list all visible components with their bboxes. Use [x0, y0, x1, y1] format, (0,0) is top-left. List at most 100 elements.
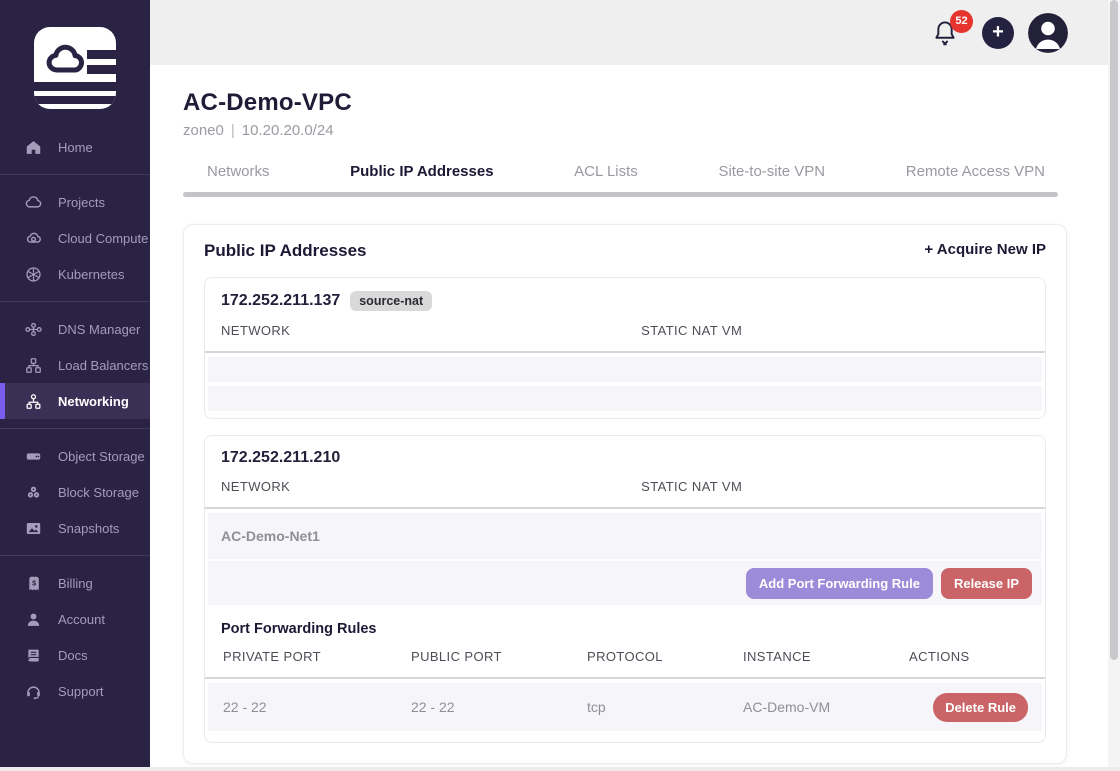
block-storage-icon: [24, 483, 43, 502]
sidebar-item-label: Home: [58, 140, 93, 155]
sidebar-item-object-storage[interactable]: Object Storage: [0, 438, 150, 474]
notification-count-badge: 52: [950, 10, 973, 33]
public-ip-card: Public IP Addresses + Acquire New IP 172…: [183, 224, 1067, 764]
object-storage-icon: [24, 447, 43, 466]
private-port-value: 22 - 22: [223, 699, 411, 715]
column-header-network: NETWORK: [221, 323, 641, 338]
page-header: AC-Demo-VPC zone0|10.20.20.0/24: [183, 65, 1067, 139]
ip-actions-row: Add Port Forwarding Rule Release IP: [208, 561, 1042, 605]
sidebar-divider: [0, 428, 150, 429]
load-balancers-icon: [24, 356, 43, 375]
sidebar-item-snapshots[interactable]: Snapshots: [0, 510, 150, 546]
subtitle-separator: |: [231, 122, 235, 139]
sidebar-nav: Home Projects Cloud Compute Kubernet: [0, 129, 150, 709]
sidebar-item-label: Snapshots: [58, 521, 119, 536]
tab-public-ip-addresses[interactable]: Public IP Addresses: [350, 163, 493, 180]
ip-block-header: 172.252.211.137 source-nat: [205, 278, 1045, 311]
ip-block-header: 172.252.211.210: [205, 436, 1045, 467]
kubernetes-icon: [24, 265, 43, 284]
network-table-headers: NETWORK STATIC NAT VM: [205, 467, 1045, 509]
sidebar-item-label: Block Storage: [58, 485, 139, 500]
port-forwarding-table-headers: PRIVATE PORT PUBLIC PORT PROTOCOL INSTAN…: [205, 637, 1045, 679]
protocol-value: tcp: [587, 699, 743, 715]
sidebar-item-networking[interactable]: Networking: [0, 383, 150, 419]
user-avatar[interactable]: [1028, 13, 1068, 53]
sidebar-item-label: Object Storage: [58, 449, 145, 464]
column-header-network: NETWORK: [221, 479, 641, 494]
acquire-new-ip-button[interactable]: + Acquire New IP: [924, 241, 1046, 258]
sidebar-item-cloud-compute[interactable]: Cloud Compute: [0, 220, 150, 256]
sidebar-item-label: Docs: [58, 648, 88, 663]
tab-remote-access-vpn[interactable]: Remote Access VPN: [906, 163, 1045, 180]
table-row: AC-Demo-Net1: [208, 513, 1042, 559]
sidebar-item-load-balancers[interactable]: Load Balancers: [0, 347, 150, 383]
dns-manager-icon: [24, 320, 43, 339]
column-header-instance: INSTANCE: [743, 649, 909, 664]
user-icon: [1028, 13, 1068, 53]
ip-block-137: 172.252.211.137 source-nat NETWORK STATI…: [204, 277, 1046, 419]
sidebar-item-projects[interactable]: Projects: [0, 184, 150, 220]
instance-value: AC-Demo-VM: [743, 699, 909, 715]
notifications-button[interactable]: 52: [932, 19, 958, 47]
page-subtitle: zone0 | 10.20.20.0/24: [183, 122, 1067, 139]
ip-address: 172.252.211.137: [221, 292, 340, 310]
sidebar-item-account[interactable]: Account: [0, 601, 150, 637]
account-icon: [24, 610, 43, 629]
vertical-scrollbar-thumb[interactable]: [1110, 0, 1118, 660]
create-new-button[interactable]: +: [982, 17, 1014, 49]
tab-acl-lists[interactable]: ACL Lists: [574, 163, 638, 180]
vertical-scrollbar[interactable]: [1108, 0, 1120, 767]
sidebar-item-label: Billing: [58, 576, 93, 591]
ip-block-210: 172.252.211.210 NETWORK STATIC NAT VM AC…: [204, 435, 1046, 743]
sidebar-item-dns-manager[interactable]: DNS Manager: [0, 311, 150, 347]
sidebar-item-label: Networking: [58, 394, 129, 409]
tab-networks[interactable]: Networks: [207, 163, 270, 180]
sidebar-item-label: Cloud Compute: [58, 231, 148, 246]
delete-rule-button[interactable]: Delete Rule: [933, 693, 1028, 722]
port-forwarding-rules-title: Port Forwarding Rules: [221, 621, 1029, 637]
sidebar-divider: [0, 174, 150, 175]
column-header-protocol: PROTOCOL: [587, 649, 743, 664]
sidebar: Home Projects Cloud Compute Kubernet: [0, 0, 150, 767]
sidebar-item-kubernetes[interactable]: Kubernetes: [0, 256, 150, 292]
projects-icon: [24, 193, 43, 212]
table-row: [208, 386, 1042, 411]
topbar: 52 +: [150, 0, 1108, 65]
sidebar-divider: [0, 301, 150, 302]
brand-logo[interactable]: [34, 27, 116, 109]
sidebar-item-block-storage[interactable]: Block Storage: [0, 474, 150, 510]
horizontal-scrollbar[interactable]: [0, 767, 1120, 771]
sidebar-item-label: Support: [58, 684, 104, 699]
release-ip-button[interactable]: Release IP: [941, 568, 1032, 599]
main-content: AC-Demo-VPC zone0|10.20.20.0/24 Networks…: [150, 65, 1096, 767]
docs-icon: [24, 646, 43, 665]
snapshots-icon: [24, 519, 43, 538]
tab-scrollbar[interactable]: [183, 192, 1058, 197]
tab-bar: Networks Public IP Addresses ACL Lists S…: [183, 163, 1067, 180]
column-header-private-port: PRIVATE PORT: [223, 649, 411, 664]
cloud-compute-icon: [24, 229, 43, 248]
cloud-brand-icon: [34, 27, 116, 109]
sidebar-item-docs[interactable]: Docs: [0, 637, 150, 673]
billing-icon: $: [24, 574, 43, 593]
column-header-static-nat-vm: STATIC NAT VM: [641, 479, 1029, 494]
tab-site-to-site-vpn[interactable]: Site-to-site VPN: [718, 163, 825, 180]
card-header: Public IP Addresses + Acquire New IP: [204, 241, 1046, 261]
sidebar-divider: [0, 555, 150, 556]
add-port-forwarding-rule-button[interactable]: Add Port Forwarding Rule: [746, 568, 933, 599]
sidebar-item-billing[interactable]: $ Billing: [0, 565, 150, 601]
sidebar-item-label: DNS Manager: [58, 322, 140, 337]
network-name: AC-Demo-Net1: [221, 528, 641, 544]
sidebar-item-support[interactable]: Support: [0, 673, 150, 709]
sidebar-item-home[interactable]: Home: [0, 129, 150, 165]
sidebar-item-label: Projects: [58, 195, 105, 210]
sidebar-item-label: Load Balancers: [58, 358, 148, 373]
ip-address: 172.252.211.210: [221, 449, 340, 467]
cidr-label: 10.20.20.0/24: [242, 122, 334, 139]
support-icon: [24, 682, 43, 701]
table-row: 22 - 22 22 - 22 tcp AC-Demo-VM Delete Ru…: [208, 683, 1042, 731]
zone-label: zone0: [183, 122, 224, 139]
table-row: [208, 357, 1042, 382]
plus-icon: +: [992, 22, 1004, 42]
column-header-static-nat-vm: STATIC NAT VM: [641, 323, 1029, 338]
